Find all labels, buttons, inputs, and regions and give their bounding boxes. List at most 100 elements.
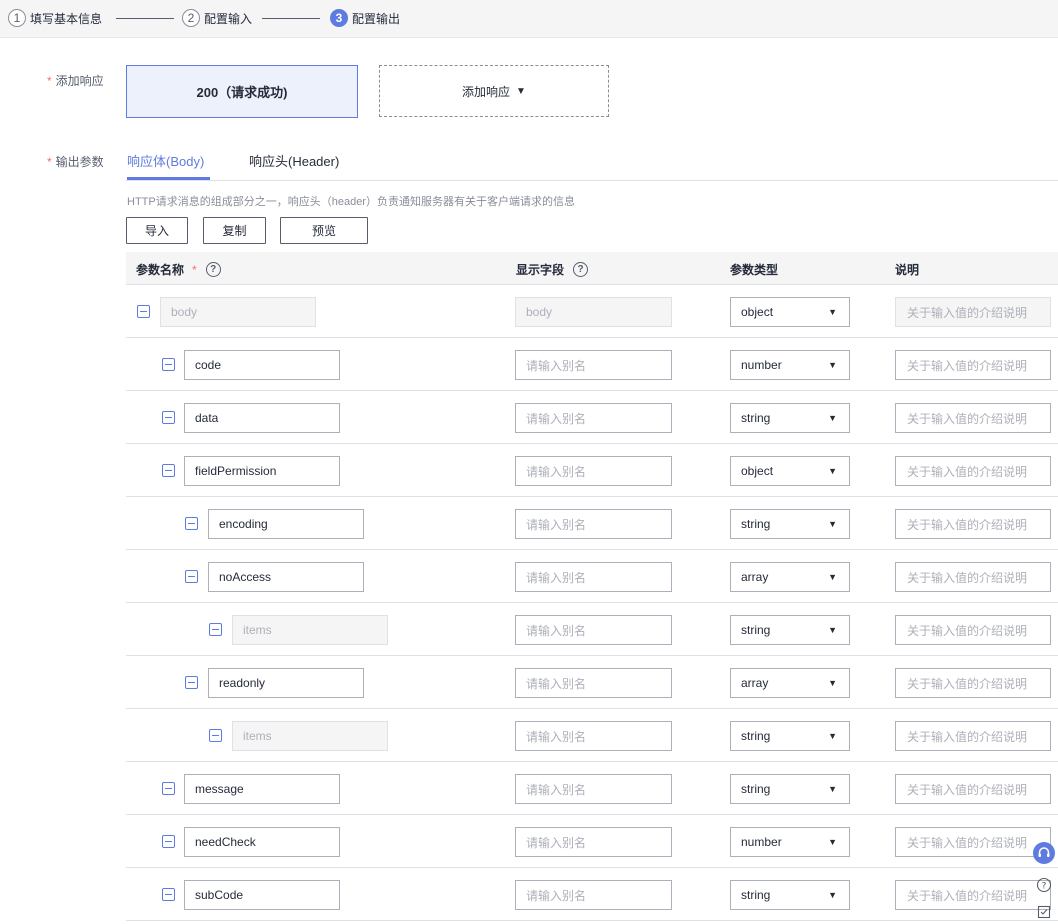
active-tab-indicator <box>127 177 210 180</box>
param-name-input[interactable]: noAccess <box>208 562 364 592</box>
table-row: needCheck 请输入别名 number ▼ 关于输入值的介绍说明 <box>126 815 1058 868</box>
description-input[interactable]: 关于输入值的介绍说明 <box>895 403 1051 433</box>
caret-down-icon: ▼ <box>828 837 837 847</box>
param-type-select[interactable]: array ▼ <box>730 562 850 592</box>
collapse-icon[interactable] <box>209 623 222 636</box>
table-row: fieldPermission 请输入别名 object ▼ 关于输入值的介绍说明 <box>126 444 1058 497</box>
collapse-icon[interactable] <box>162 358 175 371</box>
caret-down-icon: ▼ <box>828 625 837 635</box>
collapse-icon[interactable] <box>185 570 198 583</box>
param-type-select[interactable]: string ▼ <box>730 403 850 433</box>
param-name-input[interactable]: subCode <box>184 880 340 910</box>
param-type-select[interactable]: string ▼ <box>730 774 850 804</box>
param-type-select[interactable]: string ▼ <box>730 721 850 751</box>
collapse-icon[interactable] <box>162 464 175 477</box>
param-name-input[interactable]: fieldPermission <box>184 456 340 486</box>
step-2[interactable]: 2 配置输入 <box>182 8 252 28</box>
collapse-icon[interactable] <box>209 729 222 742</box>
table-row: encoding 请输入别名 string ▼ 关于输入值的介绍说明 <box>126 497 1058 550</box>
collapse-icon[interactable] <box>185 676 198 689</box>
step-3[interactable]: 3 配置输出 <box>330 8 400 28</box>
display-field-input[interactable]: 请输入别名 <box>515 827 672 857</box>
table-header: 参数名称 * ? 显示字段 ? 参数类型 说明 <box>126 252 1058 285</box>
description-input[interactable]: 关于输入值的介绍说明 <box>895 721 1051 751</box>
description-input[interactable]: 关于输入值的介绍说明 <box>895 350 1051 380</box>
caret-down-icon: ▼ <box>828 519 837 529</box>
import-button[interactable]: 导入 <box>126 217 188 244</box>
steps-bar: 1 填写基本信息 2 配置输入 3 配置输出 <box>0 0 1058 38</box>
help-icon[interactable]: ? <box>1033 874 1055 896</box>
col-name-header: 参数名称 * ? <box>136 261 221 278</box>
param-name-input[interactable]: data <box>184 403 340 433</box>
display-field-input[interactable]: 请输入别名 <box>515 615 672 645</box>
display-field-input[interactable]: 请输入别名 <box>515 721 672 751</box>
param-name-input[interactable]: needCheck <box>184 827 340 857</box>
param-type-select[interactable]: object ▼ <box>730 297 850 327</box>
display-field-input[interactable]: 请输入别名 <box>515 350 672 380</box>
col-type-header: 参数类型 <box>730 263 779 277</box>
description-input[interactable]: 关于输入值的介绍说明 <box>895 827 1051 857</box>
param-name-input[interactable]: encoding <box>208 509 364 539</box>
param-name-input[interactable]: code <box>184 350 340 380</box>
param-name-input: items <box>232 615 388 645</box>
description-input[interactable]: 关于输入值的介绍说明 <box>895 562 1051 592</box>
display-field-input[interactable]: 请输入别名 <box>515 880 672 910</box>
param-name-input[interactable]: readonly <box>208 668 364 698</box>
caret-down-icon: ▼ <box>828 678 837 688</box>
help-icon[interactable]: ? <box>205 262 221 277</box>
display-field-input[interactable]: 请输入别名 <box>515 562 672 592</box>
param-type-select[interactable]: number ▼ <box>730 827 850 857</box>
description-input[interactable]: 关于输入值的介绍说明 <box>895 880 1051 910</box>
description-input[interactable]: 关于输入值的介绍说明 <box>895 456 1051 486</box>
table-row: message 请输入别名 string ▼ 关于输入值的介绍说明 <box>126 762 1058 815</box>
display-field-input[interactable]: 请输入别名 <box>515 668 672 698</box>
param-type-select[interactable]: string ▼ <box>730 880 850 910</box>
table-row: data 请输入别名 string ▼ 关于输入值的介绍说明 <box>126 391 1058 444</box>
customer-service-icon[interactable] <box>1033 842 1055 864</box>
description-input[interactable]: 关于输入值的介绍说明 <box>895 615 1051 645</box>
display-field-input[interactable]: 请输入别名 <box>515 774 672 804</box>
preview-button[interactable]: 预览 <box>280 217 368 244</box>
display-field-input[interactable]: 请输入别名 <box>515 456 672 486</box>
param-type-select[interactable]: object ▼ <box>730 456 850 486</box>
param-type-select[interactable]: string ▼ <box>730 509 850 539</box>
display-field-input: body <box>515 297 672 327</box>
param-type-select[interactable]: array ▼ <box>730 668 850 698</box>
caret-down-icon: ▼ <box>828 572 837 582</box>
collapse-icon[interactable] <box>162 411 175 424</box>
table-row: items 请输入别名 string ▼ 关于输入值的介绍说明 <box>126 603 1058 656</box>
table-row: items 请输入别名 string ▼ 关于输入值的介绍说明 <box>126 709 1058 762</box>
output-params-label: * 输出参数 <box>47 155 104 169</box>
collapse-icon[interactable] <box>162 835 175 848</box>
description-input[interactable]: 关于输入值的介绍说明 <box>895 774 1051 804</box>
display-field-input[interactable]: 请输入别名 <box>515 403 672 433</box>
tab-header[interactable]: 响应头(Header) <box>249 151 339 179</box>
description-input[interactable]: 关于输入值的介绍说明 <box>895 509 1051 539</box>
add-response-dropdown[interactable]: 添加响应 ▼ <box>379 65 609 117</box>
step-label: 配置输出 <box>352 11 401 26</box>
caret-down-icon: ▼ <box>516 85 526 97</box>
table-row: code 请输入别名 number ▼ 关于输入值的介绍说明 <box>126 338 1058 391</box>
step-label: 配置输入 <box>204 11 253 26</box>
display-field-input[interactable]: 请输入别名 <box>515 509 672 539</box>
param-type-select[interactable]: number ▼ <box>730 350 850 380</box>
collapse-icon[interactable] <box>162 782 175 795</box>
caret-down-icon: ▼ <box>828 413 837 423</box>
description-input[interactable]: 关于输入值的介绍说明 <box>895 668 1051 698</box>
collapse-icon[interactable] <box>137 305 150 318</box>
param-name-input[interactable]: message <box>184 774 340 804</box>
param-type-select[interactable]: string ▼ <box>730 615 850 645</box>
step-1[interactable]: 1 填写基本信息 <box>8 8 102 28</box>
collapse-icon[interactable] <box>185 517 198 530</box>
step-number: 3 <box>330 9 348 27</box>
add-response-label: * 添加响应 <box>47 74 104 88</box>
collapse-icon[interactable] <box>162 888 175 901</box>
table-row: subCode 请输入别名 string ▼ 关于输入值的介绍说明 <box>126 868 1058 921</box>
step-number: 1 <box>8 9 26 27</box>
caret-down-icon: ▼ <box>828 307 837 317</box>
response-200-card[interactable]: 200（请求成功) <box>126 65 358 118</box>
copy-button[interactable]: 复制 <box>203 217 266 244</box>
help-icon[interactable]: ? <box>573 262 589 277</box>
feedback-icon[interactable] <box>1033 901 1055 923</box>
tab-body[interactable]: 响应体(Body) <box>127 151 204 179</box>
